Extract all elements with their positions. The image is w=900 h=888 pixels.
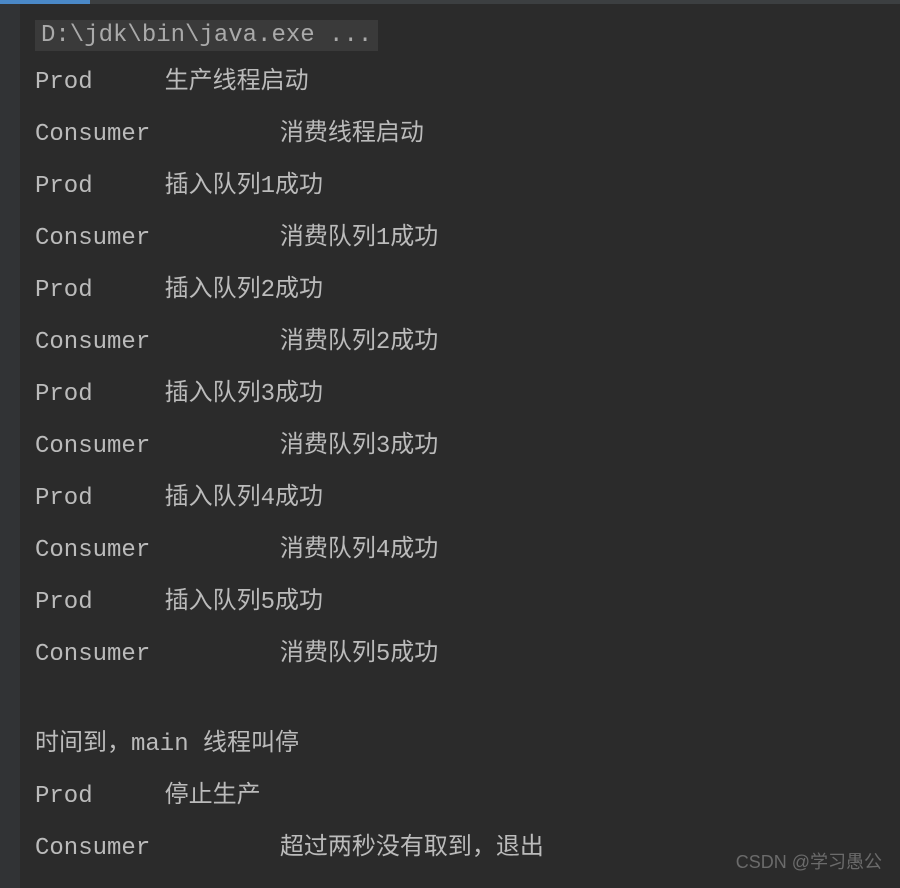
output-line: Consumer 消费队列1成功: [35, 221, 890, 257]
output-line: Prod 插入队列5成功: [35, 585, 890, 621]
output-line: Prod 生产线程启动: [35, 65, 890, 101]
output-line: Prod 插入队列1成功: [35, 169, 890, 205]
watermark: CSDN @学习愚公: [736, 848, 882, 874]
output-line: Prod 停止生产: [35, 779, 890, 815]
output-line: Prod 插入队列4成功: [35, 481, 890, 517]
output-line: Consumer 消费队列2成功: [35, 325, 890, 361]
output-line: Prod 插入队列2成功: [35, 273, 890, 309]
output-lines: Prod 生产线程启动 Consumer 消费线程启动 Prod 插入队列1成功 Co…: [35, 65, 890, 867]
output-line: Prod 插入队列3成功: [35, 377, 890, 413]
editor-gutter: [0, 4, 20, 888]
output-line: Consumer 消费队列3成功: [35, 429, 890, 465]
progress-track: [0, 0, 900, 4]
output-line: Consumer 消费线程启动: [35, 117, 890, 153]
command-line: D:\jdk\bin\java.exe ...: [35, 20, 378, 51]
output-line: Consumer 消费队列4成功: [35, 533, 890, 569]
blank-line: [35, 689, 890, 727]
console-output[interactable]: D:\jdk\bin\java.exe ... Prod 生产线程启动 Consu…: [35, 20, 890, 883]
output-line: Consumer 消费队列5成功: [35, 637, 890, 673]
output-line: 时间到，main 线程叫停: [35, 727, 890, 763]
